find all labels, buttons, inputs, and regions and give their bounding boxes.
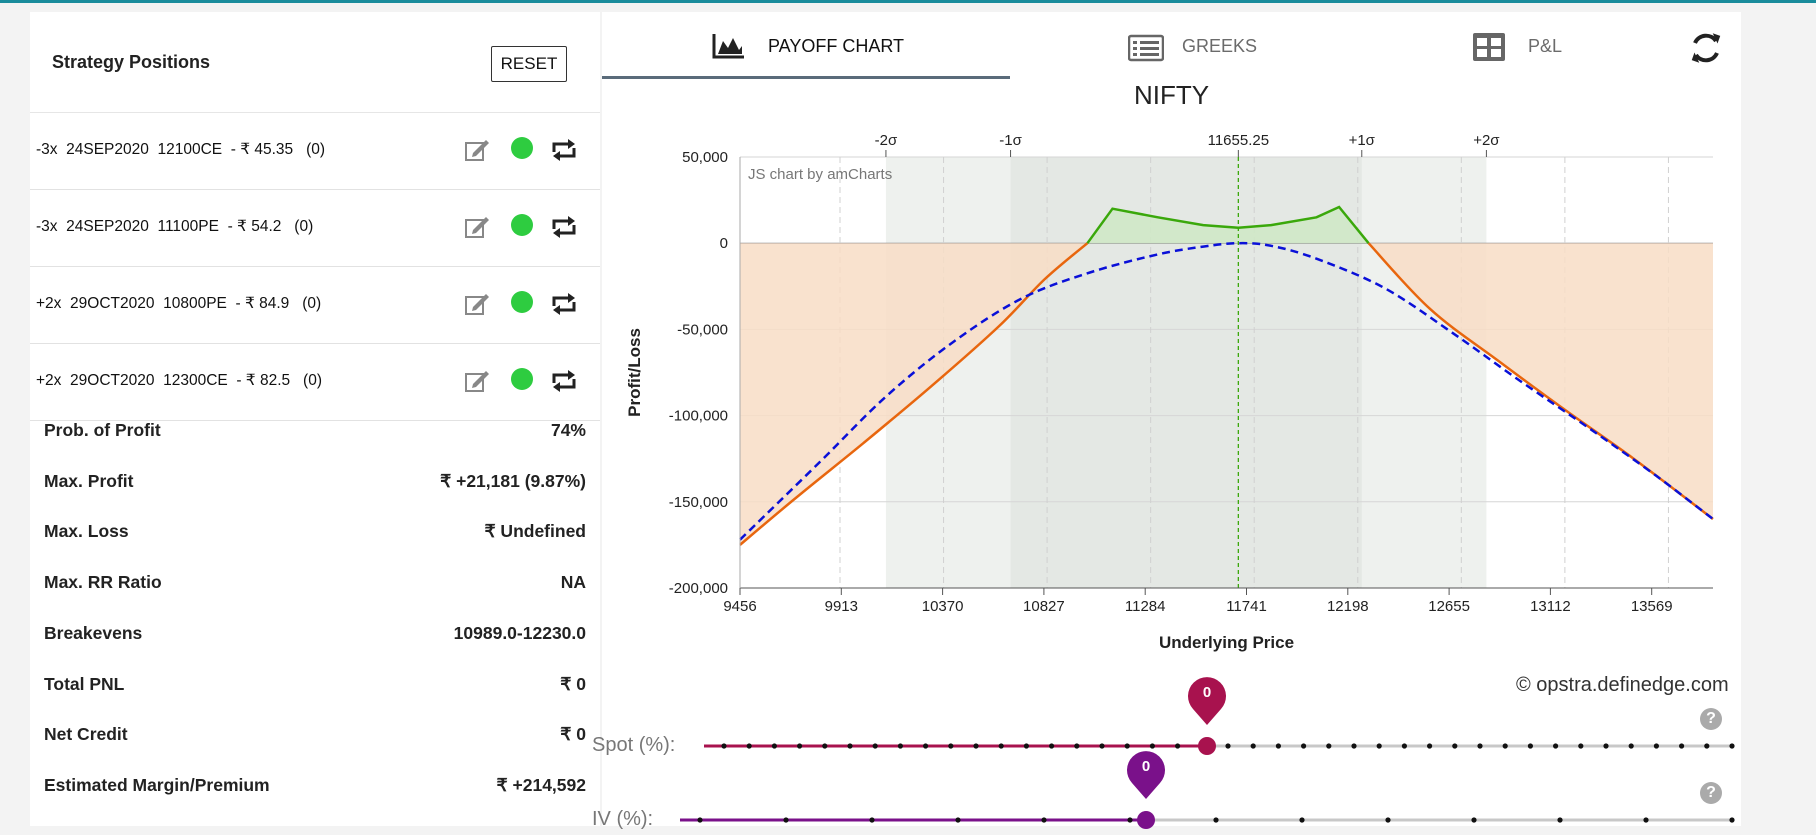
stat-row: Max. Profit ₹ +21,181 (9.87%) xyxy=(44,471,586,501)
x-tick-label: 13112 xyxy=(1530,598,1571,615)
y-tick-label: -200,000 xyxy=(669,580,728,597)
stat-label: Total PNL xyxy=(44,674,125,694)
y-tick-label: 0 xyxy=(720,235,728,252)
chart-credit: JS chart by amCharts xyxy=(748,166,892,183)
stat-value: NA xyxy=(560,572,586,592)
sigma-label: 11655.25 xyxy=(1208,132,1269,149)
slider-value-pin: 0 xyxy=(1187,676,1227,726)
help-icon[interactable]: ? xyxy=(1700,708,1722,730)
stat-label: Max. Loss xyxy=(44,521,129,541)
position-label: -3x 24SEP2020 11100PE - ₹ 54.2 (0) xyxy=(36,218,314,235)
position-label: -3x 24SEP2020 12100CE - ₹ 45.35 (0) xyxy=(36,141,326,158)
swap-icon[interactable] xyxy=(550,369,578,393)
stat-label: Breakevens xyxy=(44,623,143,643)
stat-label: Estimated Margin/Premium xyxy=(44,775,270,795)
payoff-chart: -2σ -1σ 11655.25 +1σ +2σ 50,000 0 -50,000 -100,0… xyxy=(625,132,1714,652)
swap-icon[interactable] xyxy=(550,138,578,162)
slider-value: 0 xyxy=(1141,758,1151,775)
x-tick-label: 10370 xyxy=(922,598,964,615)
y-tick-label: -100,000 xyxy=(669,408,728,425)
stat-row: Max. Loss ₹ Undefined xyxy=(44,521,586,551)
y-tick-label: -150,000 xyxy=(669,494,728,511)
x-axis-title: Underlying Price xyxy=(1159,633,1294,652)
stat-row: Total PNL ₹ 0 xyxy=(44,674,586,704)
spot-slider[interactable] xyxy=(602,731,1741,761)
x-tick-label: 13569 xyxy=(1631,598,1673,615)
stat-row: Prob. of Profit 74% xyxy=(44,420,586,450)
x-tick-label: 12198 xyxy=(1327,598,1369,615)
watermark: © opstra.definedge.com xyxy=(1516,674,1729,696)
sigma-label: +2σ xyxy=(1473,132,1500,149)
y-axis-title: Profit/Loss xyxy=(625,328,644,417)
edit-icon[interactable] xyxy=(464,292,490,316)
status-dot-green[interactable] xyxy=(511,214,533,236)
swap-icon[interactable] xyxy=(550,292,578,316)
stat-label: Prob. of Profit xyxy=(44,420,161,440)
x-tick-label: 11284 xyxy=(1125,598,1166,615)
x-tick-label: 10827 xyxy=(1023,598,1065,615)
stat-row: Breakevens 10989.0-12230.0 xyxy=(44,623,586,653)
strategy-header: Strategy Positions RESET xyxy=(30,12,600,113)
sigma-label: -1σ xyxy=(999,132,1022,149)
position-row: +2x 29OCT2020 12300CE - ₹ 82.5 (0) xyxy=(30,343,600,421)
x-tick-label: 9456 xyxy=(723,598,756,615)
chart-panel: PAYOFF CHART GREEKS P&L NIFTY -2σ -1σ 1165… xyxy=(592,12,1741,830)
top-accent-bar xyxy=(0,0,1816,3)
reset-button[interactable]: RESET xyxy=(491,46,567,82)
status-dot-green[interactable] xyxy=(511,368,533,390)
status-dot-green[interactable] xyxy=(511,291,533,313)
stat-row: Estimated Margin/Premium ₹ +214,592 xyxy=(44,775,586,805)
edit-icon[interactable] xyxy=(464,215,490,239)
iv-slider[interactable] xyxy=(602,805,1741,835)
stat-label: Max. Profit xyxy=(44,471,134,491)
stat-value: 10989.0-12230.0 xyxy=(453,623,586,643)
help-icon[interactable]: ? xyxy=(1700,782,1722,804)
edit-icon[interactable] xyxy=(464,138,490,162)
x-tick-label: 12655 xyxy=(1428,598,1470,615)
position-label: +2x 29OCT2020 10800PE - ₹ 84.9 (0) xyxy=(36,295,322,312)
position-label: +2x 29OCT2020 12300CE - ₹ 82.5 (0) xyxy=(36,372,323,389)
stat-label: Net Credit xyxy=(44,724,128,744)
swap-icon[interactable] xyxy=(550,215,578,239)
position-row: -3x 24SEP2020 12100CE - ₹ 45.35 (0) xyxy=(30,112,600,190)
stat-value: ₹ 0 xyxy=(560,724,586,744)
stat-label: Max. RR Ratio xyxy=(44,572,162,592)
strategy-title: Strategy Positions xyxy=(52,52,211,72)
sigma-label: -2σ xyxy=(875,132,898,149)
y-tick-label: 50,000 xyxy=(682,149,728,166)
stat-value: ₹ +21,181 (9.87%) xyxy=(440,471,586,491)
position-row: -3x 24SEP2020 11100PE - ₹ 54.2 (0) xyxy=(30,189,600,267)
stat-value: ₹ Undefined xyxy=(484,521,586,541)
stat-row: Max. RR Ratio NA xyxy=(44,572,586,602)
stat-value: ₹ 0 xyxy=(560,674,586,694)
edit-icon[interactable] xyxy=(464,369,490,393)
y-tick-label: -50,000 xyxy=(677,321,728,338)
strategy-panel: Strategy Positions RESET -3x 24SEP2020 1… xyxy=(30,12,600,826)
stat-value: 74% xyxy=(550,420,586,440)
x-tick-label: 11741 xyxy=(1226,598,1267,615)
slider-value: 0 xyxy=(1202,684,1212,701)
x-tick-label: 9913 xyxy=(825,598,858,615)
position-row: +2x 29OCT2020 10800PE - ₹ 84.9 (0) xyxy=(30,266,600,344)
slider-value-pin: 0 xyxy=(1126,750,1166,800)
sigma-label: +1σ xyxy=(1349,132,1376,149)
stat-value: ₹ +214,592 xyxy=(496,775,586,795)
status-dot-green[interactable] xyxy=(511,137,533,159)
stat-row: Net Credit ₹ 0 xyxy=(44,724,586,754)
